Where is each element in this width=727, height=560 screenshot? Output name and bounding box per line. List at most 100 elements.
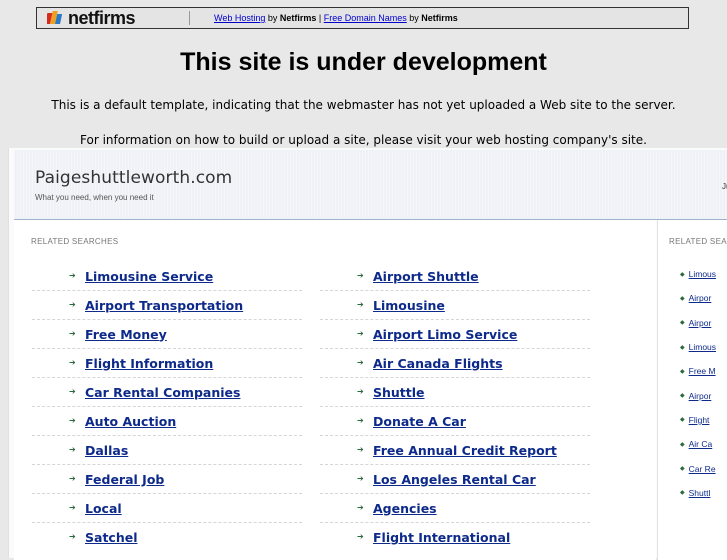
sidebar-list-item[interactable]: ◆ Airpor <box>680 286 727 310</box>
left-link-column: ➔ Limousine Service ➔ Airport Transportatio… <box>32 262 302 552</box>
sidebar-search-link[interactable]: Airpor <box>689 391 712 401</box>
sidebar-list-item[interactable]: ◆ Flight <box>680 408 727 432</box>
list-item[interactable]: ➔ Local <box>32 494 302 523</box>
sidebar-search-link[interactable]: Airpor <box>689 318 712 328</box>
list-item[interactable]: ➔ Car Rental Companies <box>32 378 302 407</box>
page-title: This site is under development <box>180 48 547 76</box>
sidebar-search-link[interactable]: Airpor <box>689 293 712 303</box>
sidebar-search-link[interactable]: Car Re <box>689 464 716 474</box>
search-link[interactable]: Free Annual Credit Report <box>373 443 557 458</box>
right-link-column: ➔ Airport Shuttle ➔ Limousine ➔ Airport Limo … <box>320 262 590 552</box>
sidebar-search-link[interactable]: Shuttl <box>689 488 711 498</box>
search-link[interactable]: Airport Shuttle <box>373 269 479 284</box>
list-item[interactable]: ➔ Dallas <box>32 436 302 465</box>
netfirms-links: Web Hosting by Netfirms | Free Domain Na… <box>214 13 458 23</box>
list-item[interactable]: ➔ Flight Information <box>32 349 302 378</box>
sidebar-list-item[interactable]: ◆ Free M <box>680 359 727 383</box>
search-link[interactable]: Los Angeles Rental Car <box>373 472 536 487</box>
sidebar-list-item[interactable]: ◆ Airpor <box>680 311 727 335</box>
search-link[interactable]: Shuttle <box>373 385 425 400</box>
list-item[interactable]: ➔ Flight International <box>320 523 590 552</box>
sidebar-list-item[interactable]: ◆ Airpor <box>680 383 727 407</box>
arrow-icon: ➔ <box>357 532 364 541</box>
bullet-icon: ◆ <box>680 490 685 497</box>
arrow-icon: ➔ <box>69 271 76 280</box>
bar-divider <box>189 11 190 25</box>
sidebar-list-item[interactable]: ◆ Car Re <box>680 456 727 480</box>
sidebar-list-item[interactable]: ◆ Air Ca <box>680 432 727 456</box>
search-link[interactable]: Airport Limo Service <box>373 327 517 342</box>
list-item[interactable]: ➔ Shuttle <box>320 378 590 407</box>
search-link[interactable]: Limousine <box>373 298 445 313</box>
sidebar-link-list: ◆ Limous ◆ Airpor ◆ Airpor ◆ Limous ◆ Free M ◆ Airp… <box>680 262 727 505</box>
search-link[interactable]: Airport Transportation <box>85 298 243 313</box>
list-item[interactable]: ➔ Donate A Car <box>320 407 590 436</box>
netfirms-brand-1: Netfirms <box>279 13 317 23</box>
list-item[interactable]: ➔ Federal Job <box>32 465 302 494</box>
bullet-icon: ◆ <box>680 368 685 375</box>
search-link[interactable]: Flight Information <box>85 356 213 371</box>
related-searches-main: RELATED SEARCHES ➔ Limousine Service ➔ Airp… <box>14 220 656 560</box>
list-item[interactable]: ➔ Limousine Service <box>32 262 302 291</box>
arrow-icon: ➔ <box>357 358 364 367</box>
search-link[interactable]: Agencies <box>373 501 437 516</box>
free-domain-names-link[interactable]: Free Domain Names <box>324 13 407 23</box>
search-link[interactable]: Car Rental Companies <box>85 385 240 400</box>
list-item[interactable]: ➔ Airport Shuttle <box>320 262 590 291</box>
sidebar-search-link[interactable]: Air Ca <box>689 439 713 449</box>
bullet-icon: ◆ <box>680 295 685 302</box>
search-link[interactable]: Federal Job <box>85 472 164 487</box>
arrow-icon: ➔ <box>357 271 364 280</box>
arrow-icon: ➔ <box>69 445 76 454</box>
list-item[interactable]: ➔ Airport Transportation <box>32 291 302 320</box>
search-link[interactable]: Flight International <box>373 530 510 545</box>
netfirms-bar: netfirms Web Hosting by Netfirms | Free … <box>36 7 689 29</box>
arrow-icon: ➔ <box>357 416 364 425</box>
notice-line-1: This is a default template, indicating t… <box>51 98 676 112</box>
list-item[interactable]: ➔ Free Annual Credit Report <box>320 436 590 465</box>
separator: | <box>316 13 324 23</box>
arrow-icon: ➔ <box>69 358 76 367</box>
sidebar-list-item[interactable]: ◆ Shuttl <box>680 481 727 505</box>
site-tagline: What you need, when you need it <box>35 193 154 202</box>
bullet-icon: ◆ <box>680 441 685 448</box>
sidebar-search-link[interactable]: Flight <box>689 415 710 425</box>
header-right-text: Ju <box>722 182 727 191</box>
netfirms-brand-2: Netfirms <box>421 13 458 23</box>
arrow-icon: ➔ <box>69 300 76 309</box>
search-link[interactable]: Donate A Car <box>373 414 466 429</box>
sidebar-list-item[interactable]: ◆ Limous <box>680 262 727 286</box>
bullet-icon: ◆ <box>680 271 685 278</box>
search-link[interactable]: Local <box>85 501 122 516</box>
sidebar-search-link[interactable]: Limous <box>689 269 716 279</box>
web-hosting-link[interactable]: Web Hosting <box>214 13 265 23</box>
netfirms-logo[interactable]: netfirms <box>37 8 175 28</box>
sidebar-search-link[interactable]: Limous <box>689 342 716 352</box>
related-searches-sidebar: RELATED SEA ◆ Limous ◆ Airpor ◆ Airpor ◆ Limous… <box>657 220 727 560</box>
sidebar-list-item[interactable]: ◆ Limous <box>680 335 727 359</box>
search-link[interactable]: Satchel <box>85 530 137 545</box>
arrow-icon: ➔ <box>69 329 76 338</box>
list-item[interactable]: ➔ Auto Auction <box>32 407 302 436</box>
bullet-icon: ◆ <box>680 466 685 473</box>
list-item[interactable]: ➔ Agencies <box>320 494 590 523</box>
search-link[interactable]: Auto Auction <box>85 414 176 429</box>
search-link[interactable]: Free Money <box>85 327 167 342</box>
search-link[interactable]: Dallas <box>85 443 128 458</box>
sidebar-search-link[interactable]: Free M <box>689 366 716 376</box>
search-link[interactable]: Limousine Service <box>85 269 213 284</box>
list-item[interactable]: ➔ Los Angeles Rental Car <box>320 465 590 494</box>
arrow-icon: ➔ <box>357 300 364 309</box>
site-name[interactable]: Paigeshuttleworth.com <box>35 168 232 188</box>
list-item[interactable]: ➔ Limousine <box>320 291 590 320</box>
list-item[interactable]: ➔ Air Canada Flights <box>320 349 590 378</box>
arrow-icon: ➔ <box>357 474 364 483</box>
search-link[interactable]: Air Canada Flights <box>373 356 503 371</box>
bullet-icon: ◆ <box>680 393 685 400</box>
arrow-icon: ➔ <box>357 445 364 454</box>
list-item[interactable]: ➔ Free Money <box>32 320 302 349</box>
by-text-1: by <box>265 13 280 23</box>
list-item[interactable]: ➔ Airport Limo Service <box>320 320 590 349</box>
list-item[interactable]: ➔ Satchel <box>32 523 302 552</box>
arrow-icon: ➔ <box>69 387 76 396</box>
